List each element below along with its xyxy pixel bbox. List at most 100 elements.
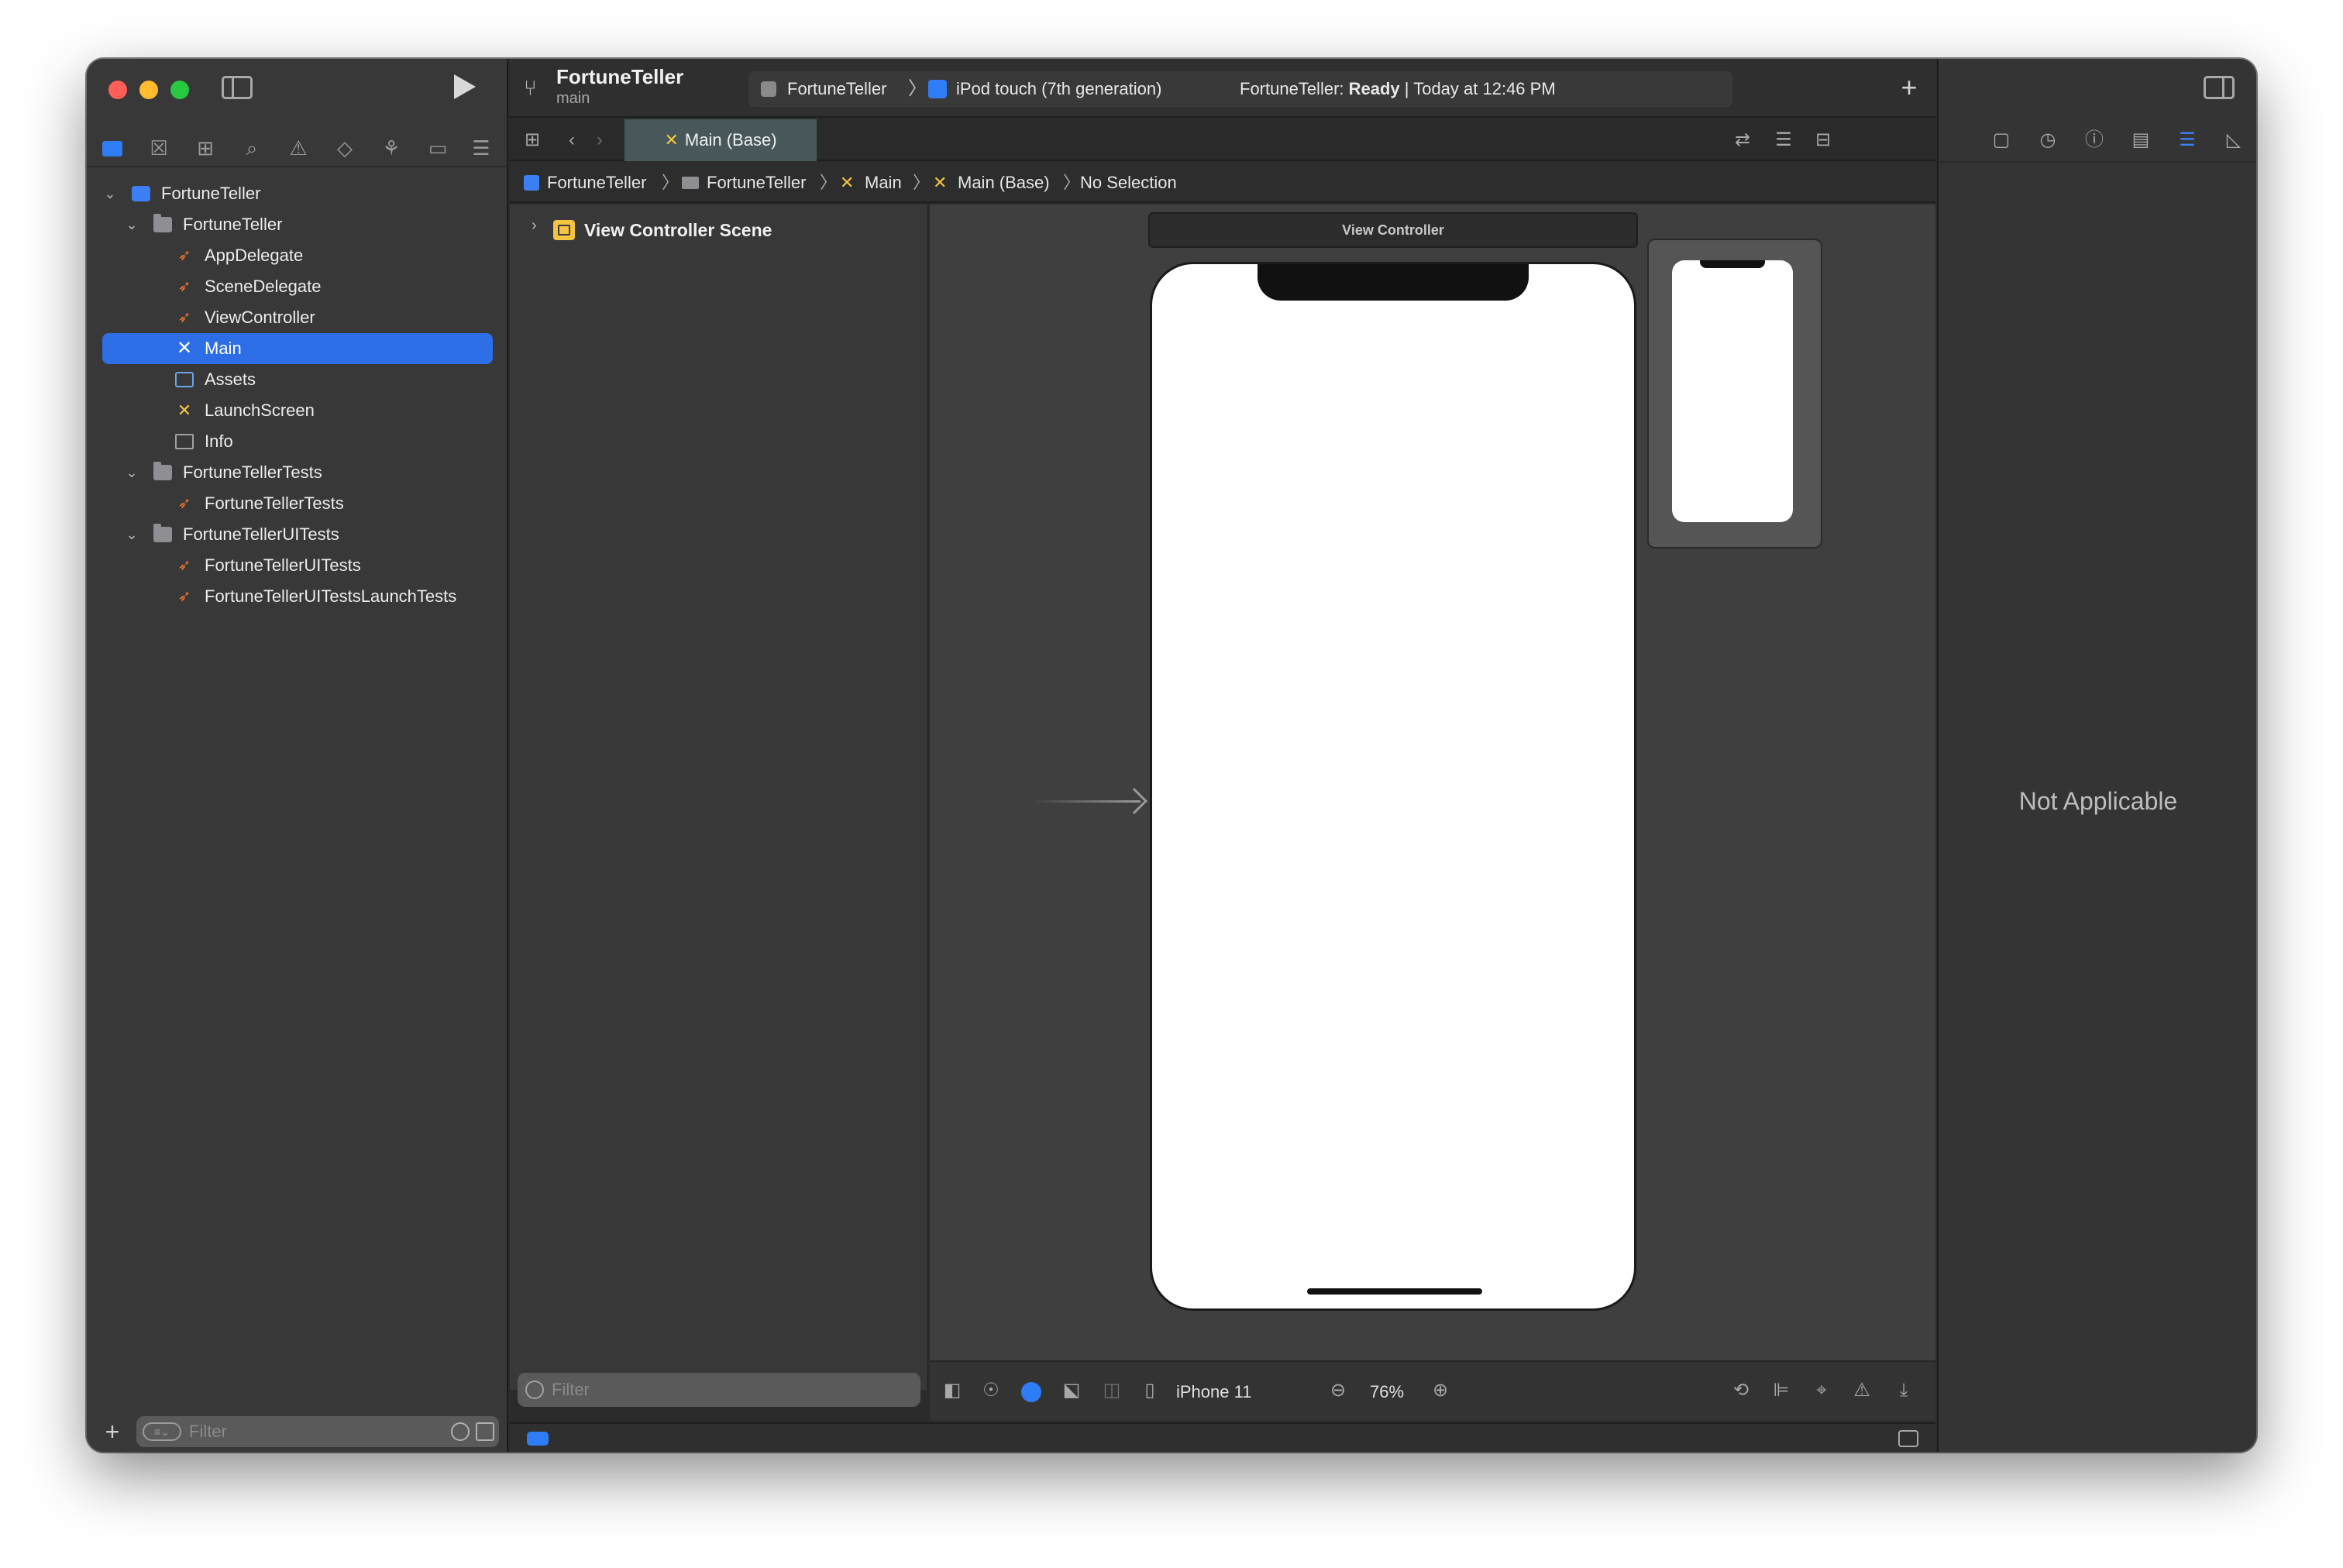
chevron-down-icon[interactable]: ⌄ (102, 178, 118, 209)
view-controller-view[interactable] (1150, 262, 1636, 1311)
canvas-minimap[interactable] (1647, 239, 1822, 548)
tree-item-group-uitests[interactable]: ⌄ FortuneTellerUITests (102, 519, 497, 550)
accessibility-icon[interactable]: ☉ (979, 1379, 1003, 1402)
grid-icon[interactable]: ⊞ (521, 129, 544, 152)
source-control-navigator-icon[interactable]: ☒ (147, 136, 170, 160)
add-file-button[interactable]: + (101, 1416, 124, 1447)
filter-placeholder: Filter (552, 1380, 590, 1399)
add-editor-icon[interactable]: ⊟ (1811, 129, 1835, 152)
tree-item-project[interactable]: ⌄ FortuneTeller (102, 178, 497, 209)
outline-filter-field[interactable]: Filter (518, 1373, 920, 1407)
swift-file-icon: ➶ (177, 309, 191, 326)
run-button[interactable] (454, 74, 476, 99)
filter-placeholder: Filter (189, 1422, 227, 1441)
add-constraints-icon[interactable]: ⌖ (1810, 1379, 1833, 1402)
attributes-inspector-icon[interactable]: ☰ (2176, 129, 2199, 152)
chevron-down-icon[interactable]: ⌄ (124, 457, 139, 488)
asset-catalog-icon (175, 372, 194, 387)
device-notch (1258, 264, 1529, 301)
navigator-filter-field[interactable]: ≡⌄ Filter (136, 1416, 499, 1447)
tree-item-info[interactable]: Info (102, 426, 497, 457)
jumpbar-item-group[interactable]: FortuneTeller (707, 163, 806, 203)
zoom-level[interactable]: 76% (1370, 1362, 1404, 1422)
back-icon[interactable]: ‹ (563, 129, 581, 152)
chevron-down-icon[interactable]: ⌄ (124, 209, 139, 240)
tree-item-viewcontroller[interactable]: ➶ ViewController (102, 302, 497, 333)
tab-main-base[interactable]: ✕ Main (Base) (624, 119, 817, 161)
align-icon[interactable]: ⊫ (1770, 1379, 1793, 1402)
recent-files-icon[interactable] (451, 1422, 470, 1441)
inspector-toggle-icon[interactable] (2204, 76, 2235, 99)
update-frames-icon[interactable]: ⟲ (1729, 1379, 1753, 1402)
test-navigator-icon[interactable]: ◇ (333, 136, 356, 160)
tree-item-tests-file[interactable]: ➶ FortuneTellerTests (102, 488, 497, 519)
tree-item-scenedelegate[interactable]: ➶ SceneDelegate (102, 271, 497, 302)
history-inspector-icon[interactable]: ◷ (2036, 129, 2059, 152)
chevron-right-icon: 〉 (908, 78, 927, 99)
debug-navigator-icon[interactable]: ⚘ (380, 136, 403, 160)
tree-item-assets[interactable]: Assets (102, 364, 497, 395)
outline-toggle-icon[interactable]: ◧ (941, 1379, 964, 1402)
hide-debug-area-icon[interactable] (1898, 1430, 1918, 1447)
identity-inspector-icon[interactable]: ▤ (2129, 129, 2152, 152)
resolve-issues-icon[interactable]: ⚠ (1850, 1379, 1873, 1402)
outline-scene-label[interactable]: View Controller Scene (584, 217, 772, 243)
appearance-icon[interactable] (1021, 1382, 1041, 1402)
sidebar-toggle-icon[interactable] (222, 76, 253, 99)
tree-item-group-fortuneteller[interactable]: ⌄ FortuneTeller (102, 209, 497, 240)
entry-point-arrow[interactable] (1032, 786, 1148, 817)
tree-item-label: Main (205, 339, 242, 358)
library-add-button[interactable]: + (1894, 70, 1925, 105)
size-inspector-icon[interactable]: ◺ (2222, 129, 2245, 152)
file-inspector-icon[interactable]: ▢ (1990, 129, 2013, 152)
storyboard-icon: ✕ (664, 130, 679, 150)
embed-in-icon[interactable]: ⤓ (1892, 1379, 1915, 1402)
split-view-icon[interactable]: ◫ (1100, 1379, 1123, 1402)
forward-icon[interactable]: › (590, 129, 609, 152)
chevron-right-icon: 〉 (820, 173, 838, 192)
debug-area-toggle-icon[interactable] (527, 1432, 549, 1446)
jumpbar-item-file[interactable]: Main (865, 163, 902, 203)
breakpoint-navigator-icon[interactable]: ▭ (426, 136, 449, 160)
swap-icon[interactable]: ⇄ (1731, 129, 1754, 152)
tree-item-launchscreen[interactable]: ✕ LaunchScreen (102, 395, 497, 426)
project-navigator-icon[interactable] (101, 136, 124, 160)
close-window-button[interactable] (108, 81, 127, 99)
report-navigator-icon[interactable]: ☰ (470, 136, 493, 160)
inspector-empty-message: Not Applicable (2018, 787, 2178, 815)
jumpbar-item-project[interactable]: FortuneTeller (547, 163, 646, 203)
jumpbar-item-selection[interactable]: No Selection (1080, 163, 1177, 203)
device-label[interactable]: iPhone 11 (1176, 1362, 1251, 1422)
tree-item-uitests-launch-file[interactable]: ➶ FortuneTellerUITestsLaunchTests (102, 581, 497, 612)
folder-icon (153, 214, 172, 232)
zoom-in-icon[interactable]: ⊕ (1429, 1379, 1452, 1402)
find-navigator-icon[interactable]: ⌕ (240, 136, 263, 160)
jumpbar-item-localization[interactable]: Main (Base) (958, 163, 1050, 203)
chevron-right-icon[interactable]: › (532, 217, 537, 235)
scheme-selector[interactable]: FortuneTeller 〉 iPod touch (7th generati… (748, 71, 1732, 107)
tree-item-uitests-file[interactable]: ➶ FortuneTellerUITests (102, 550, 497, 581)
chevron-down-icon[interactable]: ⌄ (124, 519, 139, 550)
scm-filter-icon[interactable] (476, 1422, 494, 1441)
status-time: | Today at 12:46 PM (1399, 79, 1556, 98)
device-icon (928, 80, 947, 98)
help-inspector-icon[interactable]: ⓘ (2083, 129, 2106, 152)
tree-item-group-tests[interactable]: ⌄ FortuneTellerTests (102, 457, 497, 488)
editor-options-icon[interactable]: ☰ (1768, 129, 1799, 152)
issue-navigator-icon[interactable]: ⚠ (287, 136, 310, 160)
chevron-right-icon: 〉 (913, 173, 931, 192)
tree-item-main[interactable]: ✕ Main (102, 333, 493, 364)
destination-label[interactable]: iPod touch (7th generation) (956, 71, 1161, 107)
zoom-out-icon[interactable]: ⊖ (1326, 1379, 1350, 1402)
symbol-navigator-icon[interactable]: ⊞ (194, 136, 217, 160)
view-controller-title-bar[interactable]: View Controller (1148, 212, 1638, 248)
filter-options-icon[interactable]: ≡⌄ (143, 1422, 181, 1441)
zoom-window-button[interactable] (170, 81, 189, 99)
status-prefix: FortuneTeller: (1240, 79, 1349, 98)
orientation-icon[interactable]: ⬕ (1060, 1379, 1083, 1402)
tree-item-appdelegate[interactable]: ➶ AppDelegate (102, 240, 497, 271)
canvas-bottom-bar: ◧ ☉ ⬕ ◫ ▯ iPhone 11 ⊖ 76% ⊕ ⟲ ⊫ ⌖ ⚠ ⤓ (930, 1360, 1935, 1421)
scheme-label[interactable]: FortuneTeller (787, 71, 886, 107)
device-icon[interactable]: ▯ (1141, 1379, 1159, 1402)
minimize-window-button[interactable] (139, 81, 158, 99)
